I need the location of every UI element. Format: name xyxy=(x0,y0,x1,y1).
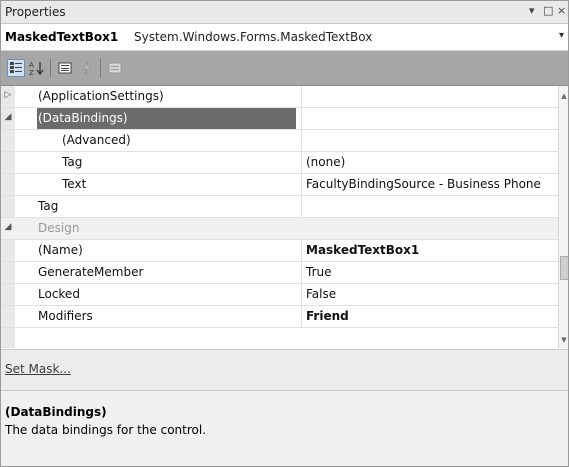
expander-icon[interactable]: ◢ xyxy=(3,112,13,122)
vertical-scrollbar[interactable]: ▲ ▼ xyxy=(558,86,568,348)
object-name: MaskedTextBox1 xyxy=(5,30,119,44)
property-row[interactable]: Locked False xyxy=(1,284,558,306)
property-name: Design xyxy=(38,221,80,235)
property-name: (ApplicationSettings) xyxy=(38,89,164,103)
column-divider xyxy=(301,306,302,327)
toolbar-separator xyxy=(50,59,51,77)
property-value[interactable]: FacultyBindingSource - Business Phone xyxy=(306,174,541,195)
column-divider xyxy=(301,174,302,195)
category-row[interactable]: ◢ Design xyxy=(1,218,558,240)
property-name: Modifiers xyxy=(38,309,93,323)
column-divider xyxy=(301,240,302,261)
column-divider xyxy=(301,284,302,305)
title-bar: Properties ▾ □ × xyxy=(1,1,568,24)
column-divider xyxy=(301,196,302,217)
property-name: (Advanced) xyxy=(62,133,131,147)
property-row[interactable]: ◢ (DataBindings) xyxy=(1,108,558,130)
window-title: Properties xyxy=(5,5,66,19)
object-selector[interactable]: MaskedTextBox1 System.Windows.Forms.Mask… xyxy=(1,24,568,51)
categorized-icon[interactable] xyxy=(7,59,25,77)
property-name: (DataBindings) xyxy=(37,108,296,129)
properties-window: Properties ▾ □ × MaskedTextBox1 System.W… xyxy=(0,0,569,467)
property-name: Tag xyxy=(38,199,59,213)
property-value[interactable]: True xyxy=(306,262,332,283)
property-row[interactable]: (Name) MaskedTextBox1 xyxy=(1,240,558,262)
property-pages-icon[interactable] xyxy=(106,59,124,77)
properties-icon[interactable] xyxy=(56,59,74,77)
property-name: Locked xyxy=(38,287,80,301)
description-pane: (DataBindings) The data bindings for the… xyxy=(1,391,568,466)
property-row[interactable]: Tag (none) xyxy=(1,152,558,174)
pin-dropdown-icon[interactable]: ▾ xyxy=(529,4,535,17)
object-type: System.Windows.Forms.MaskedTextBox xyxy=(134,30,373,44)
maximize-icon[interactable]: □ xyxy=(543,4,553,17)
property-row[interactable]: Text FacultyBindingSource - Business Phon… xyxy=(1,174,558,196)
column-divider xyxy=(301,108,302,129)
property-name: (Name) xyxy=(38,243,83,257)
column-divider xyxy=(301,130,302,151)
description-text: The data bindings for the control. xyxy=(5,423,207,437)
property-row[interactable]: (Advanced) xyxy=(1,130,558,152)
property-name: Text xyxy=(62,177,87,191)
column-divider xyxy=(301,86,302,107)
property-row[interactable]: Tag xyxy=(1,196,558,218)
toolbar-separator xyxy=(100,59,101,77)
commands-pane: Set Mask... xyxy=(1,349,568,391)
property-name: Tag xyxy=(62,155,83,169)
column-divider xyxy=(301,152,302,173)
property-value[interactable]: MaskedTextBox1 xyxy=(306,240,419,261)
property-value[interactable]: Friend xyxy=(306,306,349,327)
property-value[interactable]: (none) xyxy=(306,152,345,173)
events-icon[interactable] xyxy=(78,59,96,77)
description-title: (DataBindings) xyxy=(5,405,107,419)
property-value[interactable]: False xyxy=(306,284,336,305)
expander-icon[interactable]: ▷ xyxy=(3,90,13,100)
scroll-thumb[interactable] xyxy=(560,256,568,280)
column-divider xyxy=(301,262,302,283)
property-name: GenerateMember xyxy=(38,265,144,279)
expander-icon[interactable]: ◢ xyxy=(3,222,13,232)
property-row[interactable]: GenerateMember True xyxy=(1,262,558,284)
scroll-up-icon[interactable]: ▲ xyxy=(559,92,568,100)
property-grid: ▷ (ApplicationSettings) ◢ (DataBindings) (Ad… xyxy=(1,86,558,348)
alphabetical-icon[interactable]: AZ xyxy=(28,59,46,77)
chevron-down-icon[interactable]: ▾ xyxy=(559,30,564,41)
close-icon[interactable]: × xyxy=(557,4,566,17)
toolbar: AZ xyxy=(1,51,568,86)
svg-text:A: A xyxy=(29,61,34,69)
property-row[interactable]: ▷ (ApplicationSettings) xyxy=(1,86,558,108)
scroll-down-icon[interactable]: ▼ xyxy=(559,336,568,344)
set-mask-link[interactable]: Set Mask... xyxy=(5,362,71,376)
svg-text:Z: Z xyxy=(29,69,34,76)
property-row[interactable]: Modifiers Friend xyxy=(1,306,558,328)
